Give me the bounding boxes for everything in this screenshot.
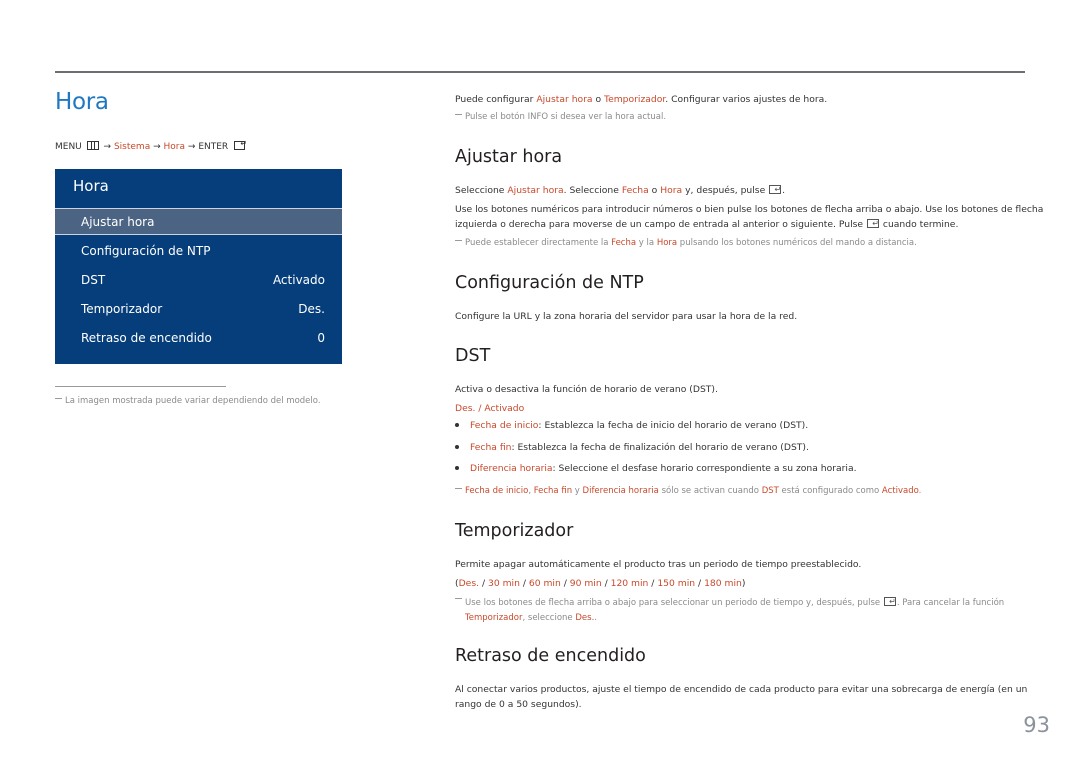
section-heading-temporizador: Temporizador [455, 521, 574, 541]
breadcrumb-arrow: → [187, 142, 196, 152]
section-heading-ajustar-hora: Ajustar hora [455, 147, 563, 167]
note-dash-icon [455, 240, 462, 241]
footnote-divider [55, 386, 226, 387]
dst-bullet-fecha-fin: Fecha fin: Establezca la fecha de finali… [455, 442, 809, 453]
dst-paragraph: Activa o desactiva la función de horario… [455, 384, 718, 395]
breadcrumb-arrow: → [103, 142, 112, 152]
page-number: 93 [1023, 713, 1050, 737]
intro-paragraph: Puede configurar Ajustar hora o Temporiz… [455, 94, 828, 105]
osd-item-dst[interactable]: DST Activado [55, 267, 342, 294]
osd-item-value: Des. [298, 302, 325, 316]
breadcrumb-menu: MENU [55, 142, 82, 152]
dst-options: Des. / Activado [455, 403, 525, 414]
osd-item-temporizador[interactable]: Temporizador Des. [55, 296, 342, 323]
osd-item-label: Retraso de encendido [81, 331, 212, 345]
retraso-paragraph: Al conectar varios productos, ajuste el … [455, 684, 1028, 710]
osd-item-label: DST [81, 273, 106, 287]
osd-menu-panel: Hora Ajustar hora Configuración de NTP D… [55, 169, 342, 364]
section-heading-dst: DST [455, 346, 491, 366]
image-disclaimer-note: La imagen mostrada puede variar dependie… [55, 396, 321, 406]
page-title: Hora [55, 89, 109, 115]
bullet-icon [455, 465, 459, 470]
osd-item-label: Ajustar hora [81, 215, 155, 229]
osd-item-value: Activado [272, 273, 325, 287]
temporizador-options: (Des. / 30 min / 60 min / 90 min / 120 m… [455, 578, 746, 589]
osd-item-configuracion-ntp[interactable]: Configuración de NTP [55, 238, 342, 265]
ajustar-note: Puede establecer directamente la Fecha y… [455, 238, 917, 248]
osd-item-value: 0 [317, 331, 325, 345]
top-divider [55, 71, 1025, 73]
ntp-paragraph: Configure la URL y la zona horaria del s… [455, 311, 798, 322]
menu-icon [86, 141, 99, 150]
section-heading-retraso-encendido: Retraso de encendido [455, 646, 646, 666]
ajustar-paragraph-2: Use los botones numéricos para introduci… [455, 202, 1043, 232]
bullet-icon [455, 444, 459, 449]
note-dash-icon [455, 114, 462, 115]
bullet-icon [455, 422, 459, 427]
osd-item-ajustar-hora[interactable]: Ajustar hora [55, 208, 342, 235]
note-dash-icon [55, 398, 62, 399]
note-dash-icon [455, 488, 462, 489]
dst-bullet-diferencia-horaria: Diferencia horaria: Seleccione el desfas… [455, 463, 857, 474]
ajustar-paragraph-1: Seleccione Ajustar hora. Seleccione Fech… [455, 182, 785, 198]
breadcrumb-sistema: Sistema [113, 142, 151, 152]
breadcrumb-arrow: → [153, 142, 161, 152]
osd-item-label: Temporizador [81, 302, 163, 316]
dst-note: Fecha de inicio, Fecha fin y Diferencia … [455, 486, 921, 496]
dst-bullet-fecha-inicio: Fecha de inicio: Establezca la fecha de … [455, 420, 808, 431]
breadcrumb-hora: Hora [163, 142, 186, 152]
temporizador-note: Use los botones de flecha arriba o abajo… [455, 594, 1004, 626]
osd-menu-title: Hora [73, 177, 109, 195]
breadcrumb-enter: ENTER [198, 142, 229, 152]
enter-icon [769, 182, 782, 197]
temporizador-paragraph: Permite apagar automáticamente el produc… [455, 559, 862, 570]
osd-item-label: Configuración de NTP [81, 244, 211, 258]
enter-icon [234, 140, 247, 150]
intro-note: Pulse el botón INFO si desea ver la hora… [455, 112, 666, 122]
note-dash-icon [455, 598, 462, 599]
breadcrumb: MENU → Sistema → Hora → ENTER [55, 140, 247, 152]
section-heading-ntp: Configuración de NTP [455, 273, 644, 293]
enter-icon [883, 594, 896, 609]
enter-icon [866, 216, 879, 231]
osd-item-retraso-encendido[interactable]: Retraso de encendido 0 [55, 325, 342, 352]
